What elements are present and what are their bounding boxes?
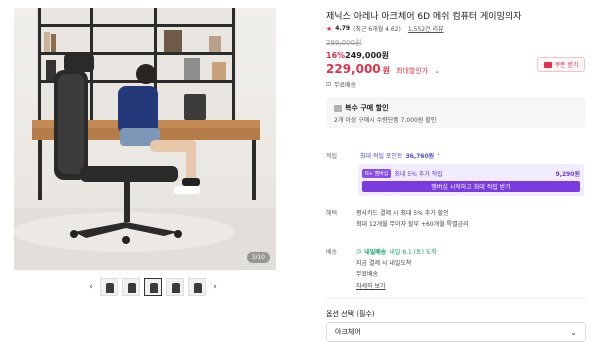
discount-price: 249,000원: [345, 51, 389, 60]
discount-row: 16%249,000원: [326, 50, 389, 61]
points-value: 36,760원: [405, 153, 435, 160]
max-discount-label[interactable]: 최대할인가: [396, 66, 428, 76]
multi-purchase-box: 복수 구매 할인 2개 이상 구매시 수량단품 7,000원 할인: [326, 97, 586, 128]
delivery-label: 배송: [326, 249, 338, 256]
rating-row: ★ 4.79 (최근 6개월 4.62) 1,552건 리뷰: [326, 24, 444, 34]
coupon-icon: [543, 61, 552, 68]
delivery-row: ◷ 내일배송 내일 8.1 (토) 도착: [356, 247, 437, 256]
membership-tag: N+ 멤버십: [362, 168, 392, 178]
membership-row: N+ 멤버십 최대 5% 추가 적립 9,290원: [362, 168, 580, 178]
coupon-button-label: 쿠폰 받기: [554, 62, 579, 69]
review-count-link[interactable]: 1,552건 리뷰: [408, 24, 444, 33]
delivery-line-3: 무료배송: [356, 271, 379, 278]
points-label: 적립: [326, 153, 338, 160]
thumbnail-2[interactable]: [122, 278, 140, 296]
shipping-row: ⊡ 무료배송: [326, 80, 356, 89]
thumbnail-5[interactable]: [188, 278, 206, 296]
thumbnail-strip: ‹ ›: [86, 278, 220, 296]
discount-percent: 16%: [326, 51, 346, 60]
multi-purchase-title-row: 복수 구매 할인: [334, 103, 389, 113]
benefit-label: 혜택: [326, 210, 338, 217]
star-icon: ★: [326, 24, 333, 33]
rating-detail: (최근 6개월 4.62): [353, 26, 401, 33]
chevron-left-icon[interactable]: ‹: [86, 282, 96, 292]
points-line-text: 최대 적립 포인트: [360, 153, 403, 160]
delivery-eta: 내일 8.1 (토) 도착: [389, 249, 437, 256]
multi-purchase-desc: 2개 이상 구매시 수량단품 7,000원 할인: [334, 117, 437, 124]
multi-purchase-title: 복수 구매 할인: [345, 104, 389, 112]
sale-price: 229,000: [326, 62, 381, 76]
membership-box: N+ 멤버십 최대 5% 추가 적립 9,290원 멤버십 시작하고 최대 적립…: [358, 164, 584, 196]
chevron-down-icon: ⌄: [570, 327, 577, 337]
thumbnail-1[interactable]: [100, 278, 118, 296]
benefit-line-2: 최대 12개월 무이자 할부 +60개월 특별금리: [356, 221, 469, 228]
truck-icon: ⊡: [326, 81, 332, 88]
divider: [326, 298, 586, 299]
thumbnail-4[interactable]: [166, 278, 184, 296]
sale-price-unit: 원: [382, 66, 391, 75]
option-select[interactable]: 아크체어 ⌄: [326, 322, 586, 342]
image-counter: 3/10: [246, 252, 270, 263]
chevron-down-icon[interactable]: ⌄: [434, 67, 440, 75]
delivery-badge: 내일배송: [364, 249, 387, 256]
thumbnail-3[interactable]: [144, 278, 162, 296]
product-title: 제닉스 아레나 아크체어 6D 메쉬 컴퓨터 게이밍의자: [326, 12, 522, 22]
product-photo-illustration: [14, 8, 276, 270]
coupon-button[interactable]: 쿠폰 받기: [537, 57, 585, 72]
original-price: 299,000원: [326, 39, 362, 47]
points-line[interactable]: 최대 적립 포인트 36,760원 ›: [360, 151, 440, 160]
membership-row-value: 9,290원: [555, 170, 581, 178]
delivery-line-2: 지금 결제 시 내일도착: [356, 260, 412, 267]
chevron-right-icon: ›: [437, 151, 440, 158]
product-image[interactable]: 3/10: [14, 8, 276, 270]
membership-row-text: 최대 5% 추가 적립: [394, 170, 443, 178]
shipping-free: 무료배송: [334, 82, 357, 89]
gift-icon: [334, 104, 342, 112]
membership-start-button[interactable]: 멤버십 시작하고 최대 적립 받기: [362, 181, 580, 192]
sale-price-row: 229,000 원 최대할인가 ⌄: [326, 62, 440, 76]
option-label: 옵션 선택 (필수): [326, 310, 375, 318]
clock-icon: ◷: [356, 248, 362, 255]
benefit-line-1: 평사카드 결제 시 최대 5% 추가 할인: [356, 210, 449, 217]
chevron-right-icon[interactable]: ›: [210, 282, 220, 292]
delivery-more-link[interactable]: 자세히 보기: [356, 281, 386, 290]
option-selected: 아크체어: [335, 328, 361, 336]
rating-score: 4.79: [335, 25, 351, 32]
